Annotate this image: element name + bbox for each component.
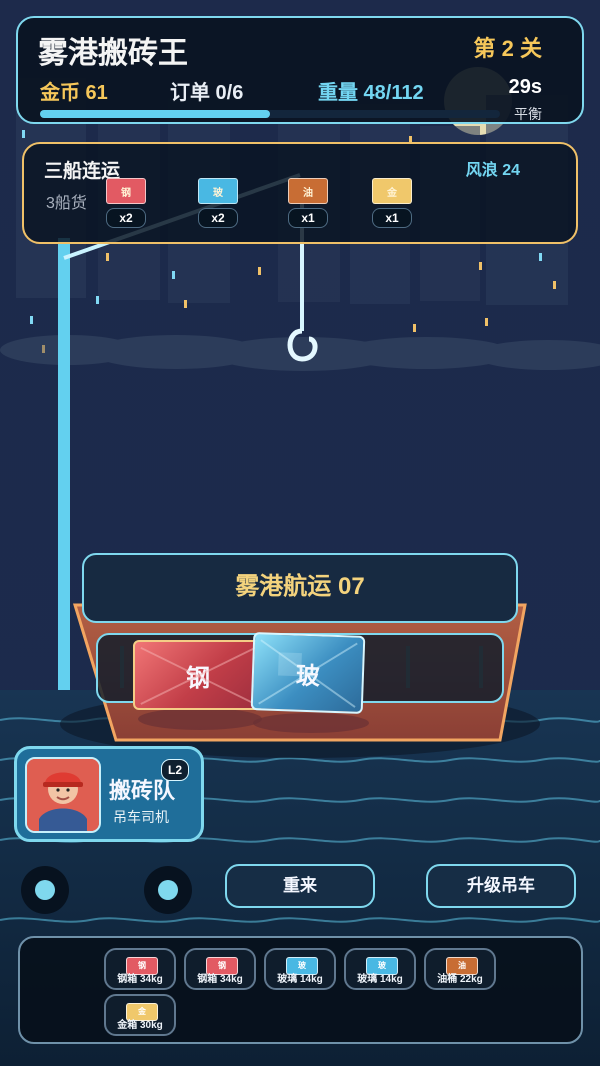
order-item-count: x2	[106, 208, 146, 228]
tray-cargo-label: 玻璃 14kg	[277, 974, 323, 985]
balance-label: 平衡	[514, 106, 542, 122]
game-title: 雾港搬砖王	[38, 37, 188, 70]
order-item-crate: 玻	[198, 178, 238, 204]
tray-cargo-label: 钢箱 34kg	[197, 974, 243, 985]
order-item-count: x1	[288, 208, 328, 228]
level-indicator: 第 2 关	[473, 36, 542, 61]
tray-cargo-item[interactable]: 钢钢箱 34kg	[184, 948, 256, 990]
timer: 29s	[508, 76, 542, 98]
top-hud: 雾港搬砖王 第 2 关 金币 61 订单 0/6 重量 48/112 29s 平…	[16, 16, 584, 124]
order-item: 油 x1	[286, 178, 330, 228]
tray-cargo-item[interactable]: 玻玻璃 14kg	[344, 948, 416, 990]
tray-cargo-item[interactable]: 钢钢箱 34kg	[104, 948, 176, 990]
tray-cargo-item[interactable]: 油油桶 22kg	[424, 948, 496, 990]
tray-cargo-label: 油桶 22kg	[437, 974, 483, 985]
crane-cab[interactable]: 搬砖队 吊车司机 L2	[14, 746, 204, 842]
crane-level-badge: L2	[161, 759, 189, 781]
upgrade-crane-button[interactable]: 升级吊车	[426, 864, 576, 908]
weight-counter: 重量 48/112	[318, 82, 424, 104]
steel-crate[interactable]: 钢	[133, 640, 263, 710]
crane-role: 吊车司机	[113, 809, 169, 825]
wind-indicator: 风浪 24	[465, 162, 520, 179]
tray-cargo-label: 钢箱 34kg	[117, 974, 163, 985]
cargo-tray: 钢钢箱 34kg 钢钢箱 34kg 玻玻璃 14kg 玻玻璃 14kg 油油桶 22kg…	[18, 936, 583, 1044]
tray-cargo-label: 金箱 30kg	[117, 1020, 163, 1031]
steel-crate-label: 钢	[186, 664, 210, 692]
ship-name-panel: 雾港航运 07	[82, 553, 518, 623]
order-item-count: x2	[198, 208, 238, 228]
glass-crate[interactable]: 玻	[250, 632, 366, 714]
order-item: 钢 x2	[104, 178, 148, 228]
order-item: 玻 x2	[196, 178, 240, 228]
order-subtitle: 3船货	[46, 195, 87, 212]
driver-avatar	[25, 757, 101, 833]
glass-crate-label: 玻	[295, 662, 321, 690]
order-item-crate: 钢	[106, 178, 146, 204]
ship-name: 雾港航运 07	[235, 573, 365, 600]
tray-cargo-item[interactable]: 玻玻璃 14kg	[264, 948, 336, 990]
driver-avatar-icon	[27, 759, 99, 831]
order-item-crate: 金	[372, 178, 412, 204]
crane-mast	[58, 238, 70, 748]
order-item-count: x1	[372, 208, 412, 228]
tray-cargo-label: 玻璃 14kg	[357, 974, 403, 985]
order-item-crate: 油	[288, 178, 328, 204]
tray-cargo-item[interactable]: 金金箱 30kg	[104, 994, 176, 1036]
restart-button[interactable]: 重来	[225, 864, 375, 908]
progress-bar	[40, 110, 500, 118]
coin-counter: 金币 61	[40, 82, 108, 104]
order-counter: 订单 0/6	[170, 82, 244, 104]
order-panel: 三船连运 3船货 风浪 24 钢 x2 玻 x2 油 x1 金 x1	[22, 142, 578, 244]
progress-fill	[40, 110, 270, 118]
order-item: 金 x1	[370, 178, 414, 228]
